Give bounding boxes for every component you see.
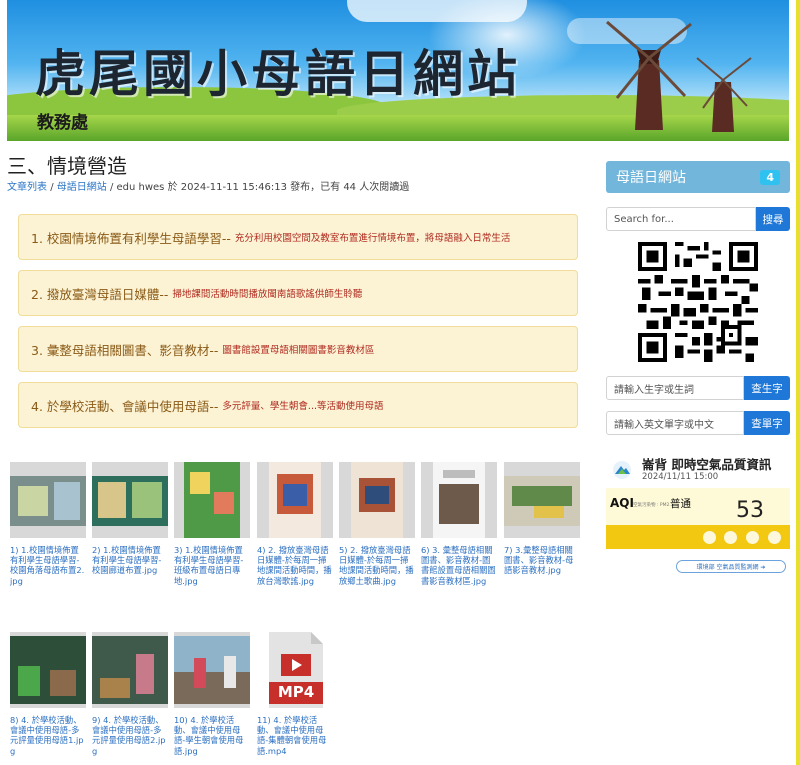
- sensitive-group-icon[interactable]: [724, 531, 737, 544]
- mp4-badge: MP4: [277, 683, 315, 701]
- attachment-caption[interactable]: 11) 4. 於學校活動、會議中使用母語-集體朝會使用母語.mp4: [257, 715, 333, 756]
- breadcrumb-list-link[interactable]: 文章列表: [7, 182, 47, 193]
- word-lookup-input[interactable]: 請輸入英文單字或中文: [606, 411, 744, 435]
- aqi-timestamp: 2024/11/11 15:00: [642, 472, 719, 482]
- content-card: 2. 撥放臺灣母語日媒體-- 掃地課間活動時間播放閩南語歌謠供師生聆聽: [18, 270, 578, 316]
- attachment-caption[interactable]: 4) 2. 撥放臺灣母語日媒體-於每周一掃地課間活動時間，播放台灣歌謠.jpg: [257, 545, 333, 586]
- aqi-station-name: 崙背 即時空氣品質資訊: [642, 457, 772, 472]
- author-info: edu hwes 於 2024-11-11 15:46:13 發布，已有 44 …: [116, 182, 410, 193]
- word-lookup-button[interactable]: 查單字: [744, 411, 790, 435]
- attachment-item[interactable]: 4) 2. 撥放臺灣母語日媒體-於每周一掃地課間活動時間，播放台灣歌謠.jpg: [257, 462, 333, 586]
- group-activity-icon[interactable]: [746, 531, 759, 544]
- attachment-thumbnail[interactable]: [92, 462, 168, 538]
- banner-cloud: [347, 0, 527, 22]
- qr-code-icon: [638, 242, 758, 362]
- page-edge-stripe: [796, 0, 800, 765]
- attachment-thumbnail[interactable]: [504, 462, 580, 538]
- attachment-caption[interactable]: 3) 1.校園情境佈置有利學生母語學習-班級布置母語日專地.jpg: [174, 545, 250, 586]
- attachment-caption[interactable]: 1) 1.校園情境佈置有利學生母語學習-校園角落母語布置2.jpg: [10, 545, 86, 586]
- attachment-item[interactable]: 3) 1.校園情境佈置有利學生母語學習-班級布置母語日專地.jpg: [174, 462, 250, 586]
- attachment-caption[interactable]: 10) 4. 於學校活動、會議中使用母語-學生朝會使用母語.jpg: [174, 715, 250, 756]
- aqi-label: AQI: [610, 496, 634, 510]
- card-description: 圖書館設置母語相關圖書影音教材區: [222, 345, 375, 356]
- card-description: 多元評量、學生朝會...等活動使用母語: [222, 401, 384, 412]
- attachment-item[interactable]: MP4 11) 4. 於學校活動、會議中使用母語-集體朝會使用母語.mp4: [257, 632, 333, 756]
- attachment-thumbnail[interactable]: [174, 462, 250, 538]
- card-heading: 1. 校園情境佈置有利學生母語學習--: [31, 230, 231, 246]
- windmill-icon: [606, 20, 752, 132]
- site-banner[interactable]: 虎尾國小母語日網站 教務處: [7, 0, 789, 141]
- attachment-item[interactable]: 7) 3.彙整母語相關圖書、影音教材-母語影音教材.jpg: [504, 462, 580, 576]
- sidebar-header-title: 母語日網站: [616, 170, 686, 186]
- card-heading: 4. 於學校活動、會議中使用母語--: [31, 398, 219, 414]
- banner-title: 虎尾國小母語日網站: [35, 44, 521, 103]
- attachment-item[interactable]: 6) 3. 彙整母語相關圖書、影音教材-圖書館設置母語相關圖書影音教材區.jpg: [421, 462, 497, 586]
- attachment-thumbnail[interactable]: [339, 462, 415, 538]
- attachment-item[interactable]: 9) 4. 於學校活動、會議中使用母語-多元評量使用母語2.jpg: [92, 632, 168, 756]
- sidebar-header[interactable]: 母語日網站 4: [606, 161, 790, 193]
- content-card: 1. 校園情境佈置有利學生母語學習-- 充分利用校園空間及教室布置進行情境布置，…: [18, 214, 578, 260]
- attachment-item[interactable]: 5) 2. 撥放臺灣母語日媒體-於每周一掃地課間活動時間，播放鄉土歌曲.jpg: [339, 462, 415, 586]
- breadcrumb-separator: /: [109, 182, 114, 193]
- attachment-item[interactable]: 2) 1.校園情境佈置有利學生母語學習-校園廊道布置.jpg: [92, 462, 168, 576]
- attachment-thumbnail[interactable]: [421, 462, 497, 538]
- banner-office: 教務處: [37, 113, 88, 133]
- card-description: 充分利用校園空間及教室布置進行情境布置，將母語融入日常生活: [234, 233, 511, 244]
- epa-logo-icon: [613, 461, 631, 479]
- attachment-thumbnail[interactable]: MP4: [257, 632, 333, 708]
- attachment-thumbnail[interactable]: [10, 632, 86, 708]
- aqi-status: 普通: [670, 498, 691, 510]
- attachment-caption[interactable]: 8) 4. 於學校活動、會議中使用母語-多元評量使用母語1.jpg: [10, 715, 86, 756]
- attachment-thumbnail[interactable]: [92, 632, 168, 708]
- attachment-thumbnail[interactable]: [10, 462, 86, 538]
- aqi-pollutant-label: 空氣污染物 : PM2.5: [633, 503, 674, 508]
- attachment-item[interactable]: 1) 1.校園情境佈置有利學生母語學習-校園角落母語布置2.jpg: [10, 462, 86, 586]
- breadcrumb: 文章列表 / 母語日網站 / edu hwes 於 2024-11-11 15:…: [7, 178, 409, 193]
- card-description: 掃地課間活動時間播放閩南語歌謠供師生聆聽: [172, 289, 363, 300]
- count-badge: 4: [760, 169, 780, 185]
- breadcrumb-separator: /: [50, 182, 54, 193]
- breadcrumb-category-link[interactable]: 母語日網站: [57, 182, 107, 193]
- attachment-caption[interactable]: 7) 3.彙整母語相關圖書、影音教材-母語影音教材.jpg: [504, 545, 580, 576]
- attachment-caption[interactable]: 6) 3. 彙整母語相關圖書、影音教材-圖書館設置母語相關圖書影音教材區.jpg: [421, 545, 497, 586]
- character-lookup-button[interactable]: 查生字: [744, 376, 790, 400]
- card-heading: 3. 彙整母語相關圖書、影音教材--: [31, 342, 219, 358]
- content-card: 3. 彙整母語相關圖書、影音教材-- 圖書館設置母語相關圖書影音教材區: [18, 326, 578, 372]
- attachment-item[interactable]: 10) 4. 於學校活動、會議中使用母語-學生朝會使用母語.jpg: [174, 632, 250, 756]
- search-button[interactable]: 搜尋: [756, 207, 790, 231]
- aqi-widget-header: 崙背 即時空氣品質資訊 2024/11/11 15:00: [610, 452, 790, 484]
- aqi-value: 53: [736, 498, 764, 523]
- search-input[interactable]: Search for...: [606, 207, 756, 231]
- attachment-item[interactable]: 8) 4. 於學校活動、會議中使用母語-多元評量使用母語1.jpg: [10, 632, 86, 756]
- attachment-caption[interactable]: 9) 4. 於學校活動、會議中使用母語-多元評量使用母語2.jpg: [92, 715, 168, 756]
- aqi-level-bar: [606, 525, 790, 549]
- card-heading: 2. 撥放臺灣母語日媒體--: [31, 286, 169, 302]
- outdoor-activity-icon[interactable]: [703, 531, 716, 544]
- attachment-caption[interactable]: 5) 2. 撥放臺灣母語日媒體-於每周一掃地課間活動時間，播放鄉土歌曲.jpg: [339, 545, 415, 586]
- character-lookup-input[interactable]: 請輸入生字或生詞: [606, 376, 744, 400]
- aqi-monitoring-link[interactable]: 環境部 空氣品質監測網 ➔: [676, 560, 786, 573]
- info-icon[interactable]: [768, 531, 781, 544]
- attachment-thumbnail[interactable]: [174, 632, 250, 708]
- attachment-caption[interactable]: 2) 1.校園情境佈置有利學生母語學習-校園廊道布置.jpg: [92, 545, 168, 576]
- attachment-thumbnail[interactable]: [257, 462, 333, 538]
- page-title: 三、情境營造: [7, 154, 127, 178]
- content-card: 4. 於學校活動、會議中使用母語-- 多元評量、學生朝會...等活動使用母語: [18, 382, 578, 428]
